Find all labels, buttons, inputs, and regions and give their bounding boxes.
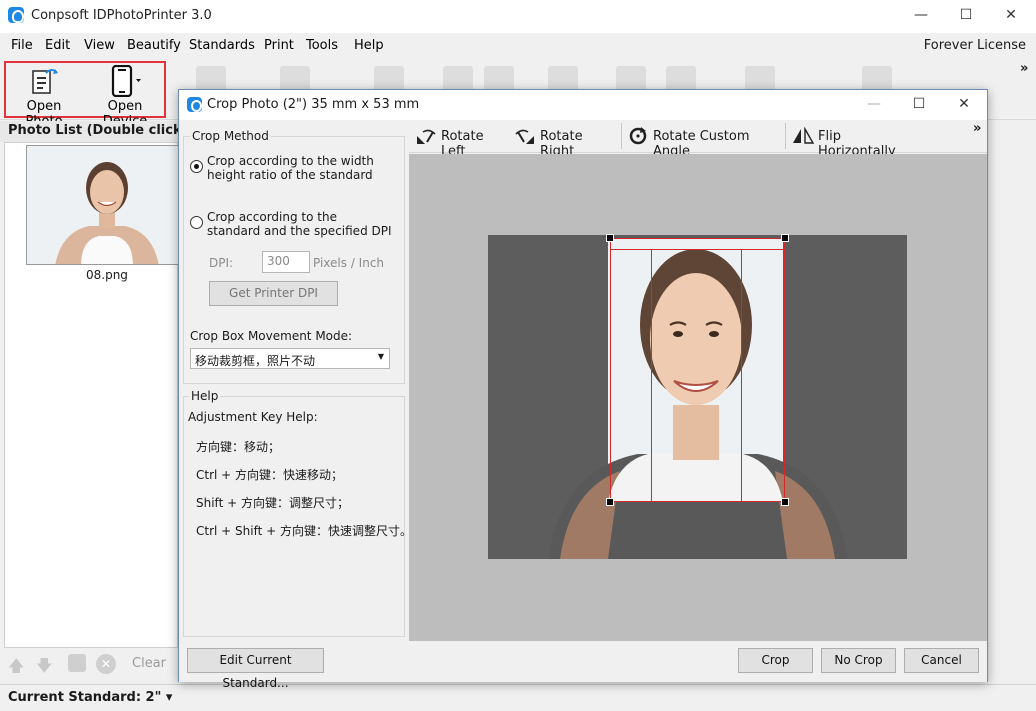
photo-list-header: Photo List (Double click to — [0, 121, 178, 142]
minimize-button[interactable]: — — [898, 0, 944, 33]
crop-handle-top-left[interactable] — [606, 234, 614, 242]
radio-dpi[interactable] — [190, 216, 203, 229]
dialog-minimize-button[interactable]: — — [851, 90, 897, 120]
help-line: Ctrl + 方向键：快速移动； — [196, 468, 344, 482]
maximize-button[interactable]: ☐ — [943, 0, 989, 33]
dpi-input[interactable]: 300 — [262, 251, 310, 273]
move-up-icon[interactable]: 🡅 — [8, 655, 24, 682]
crop-handle-top-right[interactable] — [781, 234, 789, 242]
get-printer-dpi-button[interactable]: Get Printer DPI — [209, 281, 338, 306]
dialog-close-button[interactable]: ✕ — [941, 90, 987, 120]
rotate-custom-button[interactable]: Rotate Custom Angle — [621, 123, 781, 159]
radio-ratio-label[interactable]: Crop according to the width height ratio… — [207, 154, 392, 182]
movement-mode-select[interactable]: 移动裁剪框，照片不动 ▼ — [190, 348, 390, 369]
crop-photo-dialog: Crop Photo (2") 35 mm x 53 mm — ☐ ✕ Crop… — [178, 89, 988, 690]
dialog-maximize-button[interactable]: ☐ — [896, 90, 942, 120]
phone-icon — [111, 65, 141, 97]
crop-button[interactable]: Crop — [738, 648, 813, 673]
dpi-unit-label: Pixels / Inch — [313, 256, 385, 270]
rotate-right-icon — [515, 129, 534, 144]
menu-edit[interactable]: Edit — [45, 38, 70, 53]
rotate-left-icon — [417, 129, 436, 144]
help-legend: Help — [189, 389, 221, 403]
radio-dpi-label[interactable]: Crop according to the standard and the s… — [207, 210, 392, 238]
movement-mode-value: 移动裁剪框，照片不动 — [195, 354, 316, 368]
rotate-overflow-icon[interactable]: » — [973, 121, 981, 136]
remove-icon[interactable] — [68, 654, 86, 672]
help-title: Adjustment Key Help: — [188, 410, 318, 424]
rotate-right-button[interactable]: Rotate Right — [514, 126, 614, 159]
menu-standards[interactable]: Standards — [189, 38, 255, 53]
open-photo-icon — [32, 69, 58, 94]
menu-file[interactable]: File — [11, 38, 33, 53]
clear-icon[interactable]: ✕ — [96, 654, 116, 674]
open-photo-button[interactable]: Open Photo — [8, 63, 80, 129]
help-line: 方向键：移动； — [196, 440, 281, 454]
clear-button[interactable]: Clear — [132, 656, 166, 671]
radio-ratio[interactable] — [190, 160, 203, 173]
current-standard-dropdown[interactable]: Current Standard: 2" ▾ — [8, 690, 172, 705]
toolbar-overflow-icon[interactable]: » — [1020, 61, 1028, 76]
close-button[interactable]: ✕ — [988, 0, 1034, 33]
movement-mode-label: Crop Box Movement Mode: — [190, 329, 353, 343]
no-crop-button[interactable]: No Crop — [821, 648, 896, 673]
chevron-down-icon: ▼ — [377, 352, 384, 361]
rotate-custom-icon — [629, 127, 647, 145]
help-line: Ctrl + Shift + 方向键：快速调整尺寸。 — [196, 524, 412, 538]
app-icon — [8, 7, 24, 23]
help-group — [183, 396, 405, 637]
edit-standard-button[interactable]: Edit Current Standard... — [187, 648, 324, 690]
menu-view[interactable]: View — [84, 38, 115, 53]
window-title: Conpsoft IDPhotoPrinter 3.0 — [31, 8, 212, 23]
crop-box[interactable] — [610, 238, 785, 502]
open-device-button[interactable]: Open Device — [86, 63, 164, 129]
menu-print[interactable]: Print — [264, 38, 294, 53]
dialog-title: Crop Photo (2") 35 mm x 53 mm — [207, 97, 420, 112]
help-line: Shift + 方向键：调整尺寸； — [196, 496, 349, 510]
crop-guide-left — [651, 249, 652, 502]
menu-beautify[interactable]: Beautify — [127, 38, 181, 53]
cancel-button[interactable]: Cancel — [904, 648, 979, 673]
move-down-icon[interactable]: 🡇 — [36, 655, 52, 682]
thumbnail-filename: 08.png — [86, 268, 128, 282]
license-label: Forever License — [923, 38, 1026, 53]
menu-help[interactable]: Help — [354, 38, 384, 53]
dialog-app-icon — [187, 97, 202, 112]
dpi-label: DPI: — [209, 256, 234, 270]
thumbnail-image — [27, 146, 185, 264]
flip-horizontal-button[interactable]: Flip Horizontally — [785, 123, 915, 159]
crop-handle-bottom-right[interactable] — [781, 498, 789, 506]
crop-method-legend: Crop Method — [190, 129, 271, 143]
menu-tools[interactable]: Tools — [306, 38, 338, 53]
crop-handle-bottom-left[interactable] — [606, 498, 614, 506]
crop-guide-top — [610, 249, 785, 250]
photo-thumbnail[interactable] — [26, 145, 186, 265]
flip-horizontal-icon — [793, 127, 814, 144]
rotate-left-button[interactable]: Rotate Left — [415, 126, 507, 159]
crop-guide-right — [741, 249, 742, 502]
